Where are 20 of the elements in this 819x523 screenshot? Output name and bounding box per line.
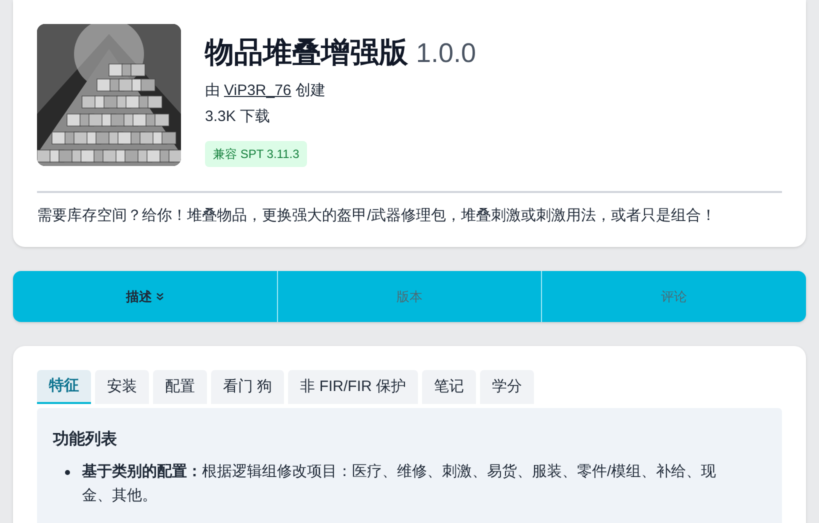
content-tab[interactable]: 学分	[480, 370, 534, 404]
compatibility-badge: 兼容 SPT 3.11.3	[205, 140, 308, 166]
author-link[interactable]: ViP3R_76	[224, 80, 292, 102]
content-tab[interactable]: 配置	[153, 370, 207, 404]
content-tab[interactable]: 看门 狗	[211, 370, 284, 404]
author-prefix: 由	[205, 80, 220, 100]
feature-item: 基于类别的配置：根据逻辑组修改项目：医疗、维修、刺激、易货、服装、零件/模组、补给、现金、其他。	[82, 462, 718, 506]
content-tab[interactable]: 非 FIR/FIR 保护	[288, 370, 418, 404]
panel-heading: 功能列表	[53, 430, 118, 450]
content-tab[interactable]: 特征	[37, 370, 91, 404]
double-chevron-icon	[156, 292, 164, 301]
download-count: 3.3K 下载	[205, 107, 272, 127]
mod-version: 1.0.0	[416, 37, 476, 70]
author-suffix: 创建	[295, 80, 326, 100]
mod-summary: 需要库存空间？给你！堆叠物品，更换强大的盔甲/武器修理包，堆叠刺激或刺激用法，或者只是组合！	[37, 206, 718, 226]
bullet-icon	[65, 470, 70, 475]
content-tab[interactable]: 笔记	[422, 370, 476, 404]
nav-tab[interactable]: 描述	[13, 271, 277, 322]
content-tab[interactable]: 安装	[95, 370, 149, 404]
mod-title: 物品堆叠增强版	[205, 36, 408, 71]
